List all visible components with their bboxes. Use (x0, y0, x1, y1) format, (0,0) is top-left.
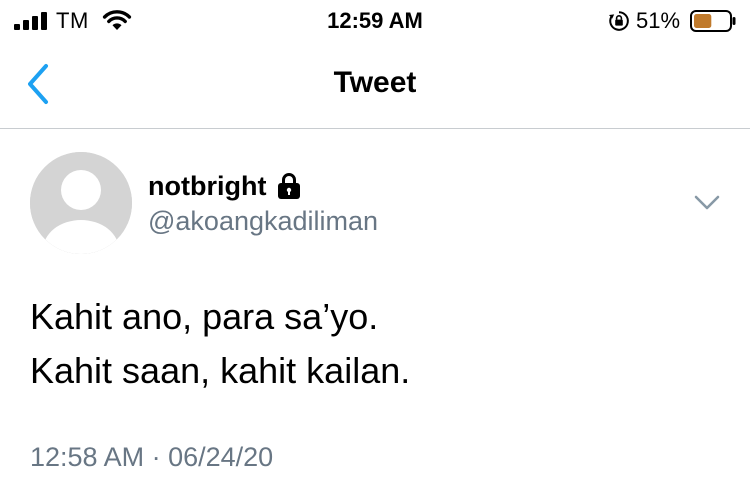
display-name[interactable]: notbright (148, 171, 266, 202)
chevron-down-icon[interactable] (692, 190, 722, 214)
rotation-lock-icon (609, 11, 629, 31)
navigation-bar: Tweet (0, 42, 750, 129)
default-avatar-icon (30, 152, 132, 254)
tweet-text-line: Kahit ano, para sa’yo. (30, 296, 379, 337)
battery-icon (690, 10, 736, 32)
page-title: Tweet (333, 66, 417, 99)
tweet-text-line: Kahit saan, kahit kailan. (30, 350, 411, 391)
lock-icon (278, 173, 301, 199)
battery-percentage: 51% (636, 8, 681, 33)
tweet-text: Kahit ano, para sa’yo. Kahit saan, kahit… (30, 290, 410, 398)
display-name-row: notbright (148, 168, 302, 204)
tweet-timestamp: 12:58 AM · 06/24/20 (30, 442, 274, 472)
status-bar: TM 12:59 AM 51% (0, 0, 750, 42)
user-handle[interactable]: @akoangkadiliman (148, 206, 378, 237)
avatar[interactable] (30, 152, 132, 254)
